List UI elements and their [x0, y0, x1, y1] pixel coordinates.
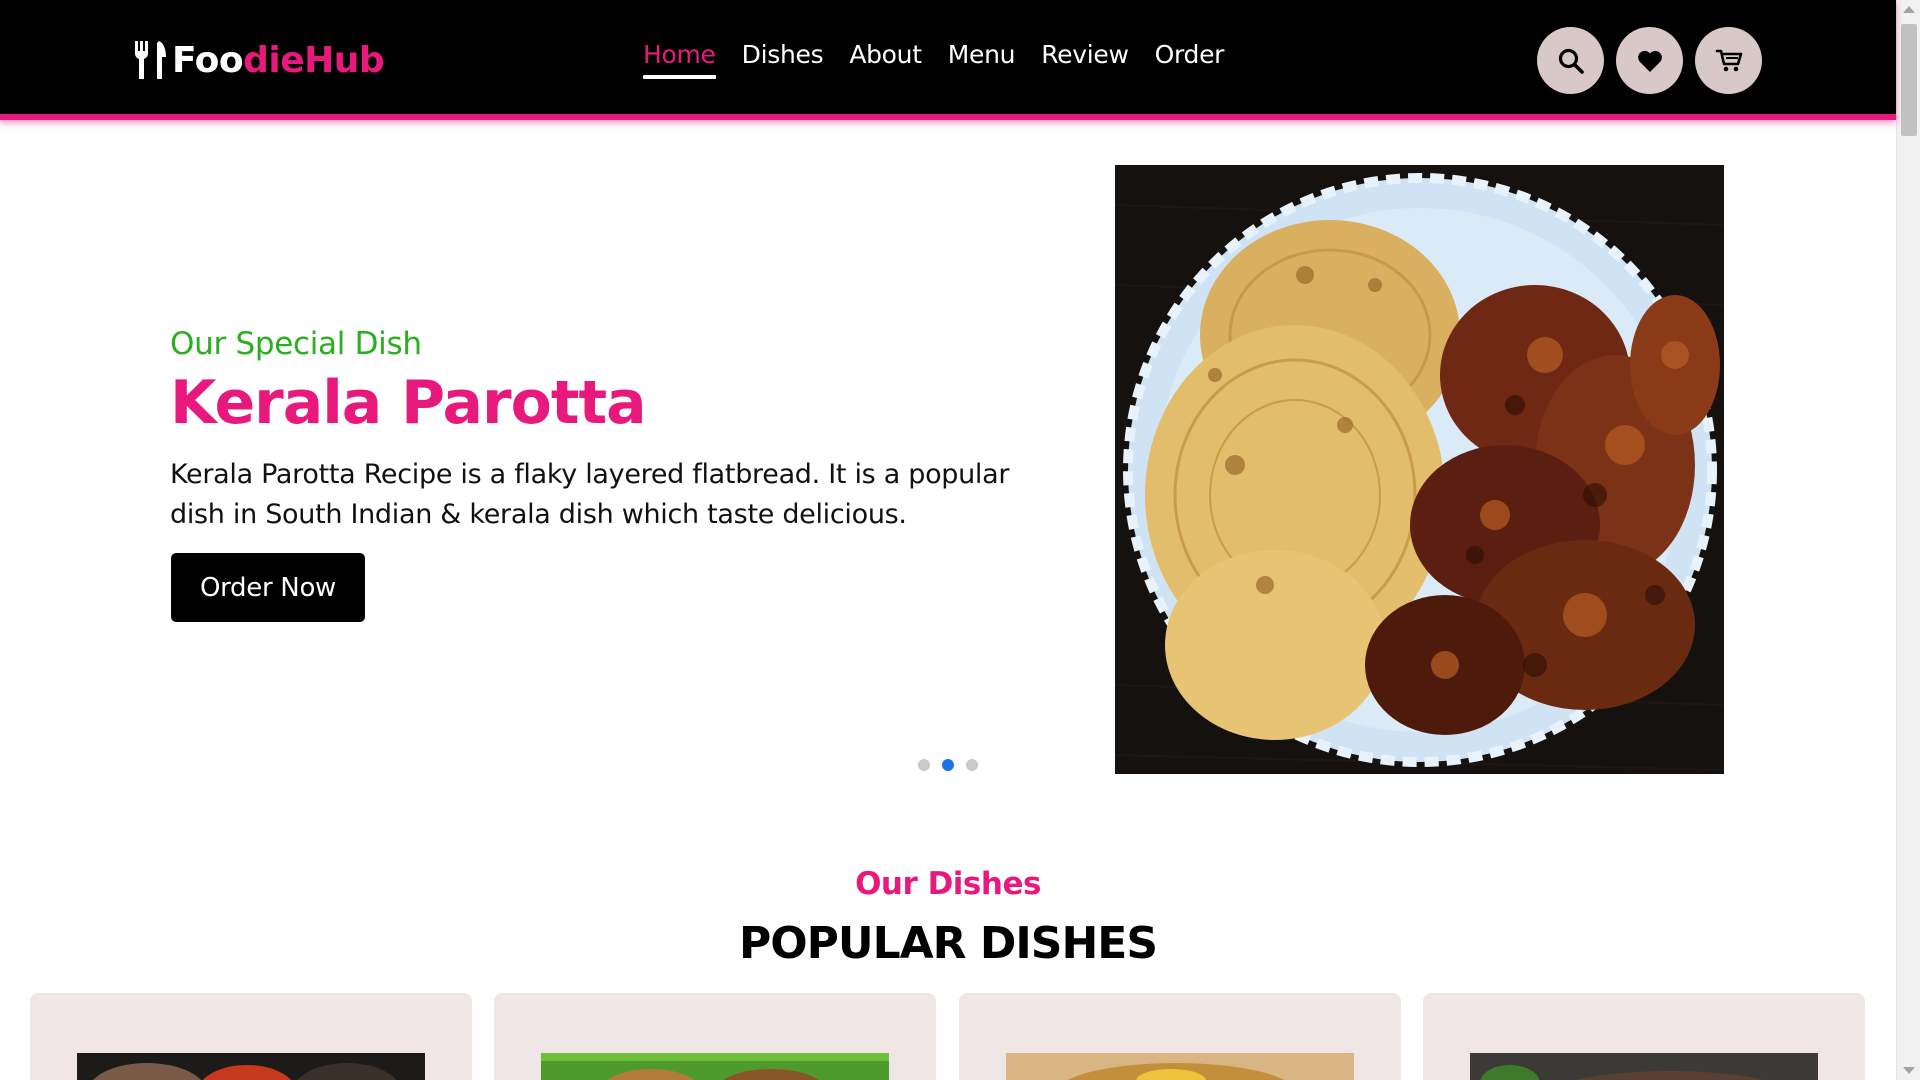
favorites-button[interactable]: [1616, 27, 1683, 94]
dish-card-image: [1470, 1053, 1818, 1080]
nav-item-menu[interactable]: Menu: [948, 40, 1016, 77]
nav-item-review[interactable]: Review: [1041, 40, 1129, 77]
dish-card[interactable]: [959, 993, 1401, 1080]
main-nav: Home Dishes About Menu Review Order: [643, 40, 1250, 79]
site-header: FoodieHub Home Dishes About Menu Review …: [0, 0, 1896, 120]
dish-card[interactable]: [30, 993, 472, 1080]
site-logo[interactable]: FoodieHub: [132, 36, 385, 84]
dish-card[interactable]: [494, 993, 936, 1080]
section-title: POPULAR DISHES: [738, 918, 1158, 969]
cart-icon: [1715, 49, 1742, 71]
scroll-thumb[interactable]: [1901, 24, 1917, 136]
cart-button[interactable]: [1695, 27, 1762, 94]
order-now-button[interactable]: Order Now: [171, 553, 365, 622]
nav-item-dishes[interactable]: Dishes: [742, 40, 824, 77]
dish-card-image: [541, 1053, 889, 1080]
hero-description: Kerala Parotta Recipe is a flaky layered…: [170, 459, 1010, 530]
dish-card[interactable]: [1423, 993, 1865, 1080]
slider-dot-1[interactable]: [918, 759, 930, 771]
search-button[interactable]: [1537, 27, 1604, 94]
scroll-down-arrow-icon[interactable]: [1903, 1067, 1915, 1074]
scroll-up-arrow-icon[interactable]: [1903, 6, 1915, 13]
hero-title: Kerala Parotta: [170, 368, 647, 438]
hero-subtitle: Our Special Dish: [170, 326, 422, 362]
brand-name-white: Foo: [172, 39, 244, 81]
hero-dish-image: [1115, 165, 1724, 774]
search-icon: [1558, 48, 1584, 74]
page-scrollbar[interactable]: [1896, 0, 1920, 1080]
slider-pagination: [918, 759, 990, 771]
utensils-icon: [135, 41, 166, 79]
heart-icon: [1637, 50, 1662, 72]
brand-name-pink: dieHub: [243, 39, 385, 81]
nav-item-home[interactable]: Home: [643, 40, 716, 79]
nav-item-about[interactable]: About: [849, 40, 922, 77]
brand-name: FoodieHub: [172, 39, 385, 81]
section-subtitle: Our Dishes: [855, 866, 1041, 902]
dish-card-image: [1006, 1053, 1354, 1080]
slider-dot-3[interactable]: [966, 759, 978, 771]
dish-card-image: [77, 1053, 425, 1080]
nav-item-order[interactable]: Order: [1155, 40, 1225, 77]
slider-dot-2[interactable]: [942, 759, 954, 771]
